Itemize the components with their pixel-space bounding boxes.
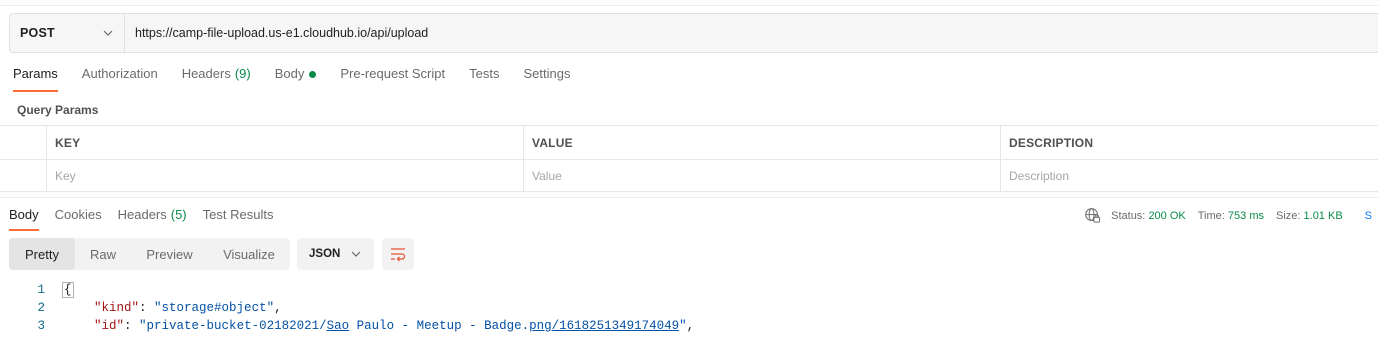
key-column-header: KEY bbox=[46, 126, 523, 159]
value-input[interactable]: Value bbox=[523, 160, 1000, 192]
code-line: 2 "kind": "storage#object", bbox=[0, 299, 1378, 317]
tab-tests-label: Tests bbox=[469, 66, 500, 81]
tab-tests[interactable]: Tests bbox=[469, 66, 499, 92]
method-select[interactable]: POST bbox=[10, 14, 125, 52]
body-indicator-dot bbox=[309, 71, 317, 78]
description-column-header: DESCRIPTION bbox=[1000, 126, 1378, 159]
format-label: JSON bbox=[309, 248, 341, 260]
code-text: { bbox=[62, 281, 74, 299]
response-tab-headers[interactable]: Headers (5) bbox=[118, 207, 187, 231]
line-number: 3 bbox=[37, 319, 45, 333]
status-label: Status: bbox=[1111, 209, 1146, 222]
chevron-down-icon bbox=[351, 251, 361, 257]
code-line: 1 { bbox=[0, 281, 1378, 299]
key-input[interactable]: Key bbox=[46, 160, 523, 192]
tab-authorization[interactable]: Authorization bbox=[82, 66, 158, 92]
chevron-down-icon bbox=[103, 30, 113, 36]
response-tab-body-label: Body bbox=[9, 207, 39, 222]
line-number: 1 bbox=[37, 283, 45, 297]
top-divider bbox=[0, 5, 1378, 6]
size-label: Size: bbox=[1275, 209, 1301, 222]
save-response-link[interactable]: S bbox=[1365, 210, 1372, 222]
tab-body[interactable]: Body bbox=[275, 66, 317, 92]
json-string-middle: Paulo - Meetup - Badge. bbox=[349, 319, 530, 333]
response-tab-cookies[interactable]: Cookies bbox=[55, 207, 102, 231]
description-input[interactable]: Description bbox=[1000, 160, 1378, 192]
response-tab-test-results[interactable]: Test Results bbox=[203, 207, 274, 231]
json-key: "kind" bbox=[94, 301, 140, 315]
response-tab-cookies-label: Cookies bbox=[54, 207, 102, 222]
response-tab-headers-label: Headers bbox=[117, 207, 167, 222]
globe-lock-icon[interactable] bbox=[1084, 207, 1101, 224]
tab-body-label: Body bbox=[274, 66, 305, 81]
tab-params[interactable]: Params bbox=[13, 66, 58, 92]
json-string-prefix: "private-bucket-02182021/ bbox=[139, 319, 327, 333]
json-key: "id" bbox=[94, 319, 125, 333]
tab-settings[interactable]: Settings bbox=[523, 66, 570, 92]
view-preview-button[interactable]: Preview bbox=[131, 238, 208, 270]
tab-pre-request-script[interactable]: Pre-request Script bbox=[340, 66, 445, 92]
wrap-lines-icon bbox=[391, 248, 406, 262]
status-info[interactable]: Status: 200 OK bbox=[1111, 210, 1186, 222]
json-link-png[interactable]: png/1618251349174049 bbox=[529, 319, 679, 333]
view-mode-segmented: Pretty Raw Preview Visualize bbox=[9, 238, 290, 270]
view-pretty-button[interactable]: Pretty bbox=[9, 238, 75, 270]
response-code-view[interactable]: 1 { 2 "kind": "storage#object", 3 "id": … bbox=[0, 281, 1378, 335]
code-text: "id": "private-bucket-02182021/Sao Paulo… bbox=[64, 317, 694, 335]
method-label: POST bbox=[20, 26, 55, 40]
checkbox-column-header bbox=[0, 126, 46, 159]
response-tab-test-results-label: Test Results bbox=[202, 207, 274, 222]
request-url-bar: POST bbox=[9, 13, 1378, 53]
time-label: Time: bbox=[1197, 209, 1225, 222]
response-divider bbox=[0, 197, 1378, 198]
params-header-row: KEY VALUE DESCRIPTION bbox=[0, 126, 1378, 159]
json-colon: : bbox=[124, 319, 140, 333]
response-status-bar: Status: 200 OK Time: 753 ms Size: 1.01 K… bbox=[1084, 207, 1372, 224]
wrap-lines-button[interactable] bbox=[382, 238, 414, 270]
response-tabs: Body Cookies Headers (5) Test Results bbox=[9, 207, 289, 231]
json-comma: , bbox=[274, 301, 282, 315]
view-raw-button[interactable]: Raw bbox=[75, 238, 131, 270]
json-string-suffix: " bbox=[679, 319, 687, 333]
view-visualize-button[interactable]: Visualize bbox=[208, 238, 290, 270]
size-info[interactable]: Size: 1.01 KB bbox=[1276, 210, 1343, 222]
code-text: "kind": "storage#object", bbox=[64, 299, 282, 317]
tab-headers-label: Headers bbox=[181, 66, 231, 81]
params-empty-row: Key Value Description bbox=[0, 159, 1378, 192]
tab-headers[interactable]: Headers (9) bbox=[182, 66, 251, 92]
headers-count: (9) bbox=[234, 66, 251, 81]
response-headers-count: (5) bbox=[170, 207, 187, 222]
query-params-heading: Query Params bbox=[17, 103, 99, 117]
response-tab-body[interactable]: Body bbox=[9, 207, 39, 231]
line-number: 2 bbox=[37, 301, 45, 315]
size-value: 1.01 KB bbox=[1303, 209, 1343, 222]
tab-pre-request-label: Pre-request Script bbox=[340, 66, 446, 81]
tab-authorization-label: Authorization bbox=[81, 66, 158, 81]
time-value: 753 ms bbox=[1227, 209, 1264, 222]
json-comma: , bbox=[686, 319, 695, 333]
url-input[interactable] bbox=[125, 14, 1378, 52]
code-line: 3 "id": "private-bucket-02182021/Sao Pau… bbox=[0, 317, 1378, 335]
status-value: 200 OK bbox=[1148, 209, 1186, 222]
format-select[interactable]: JSON bbox=[297, 238, 374, 270]
query-params-table: KEY VALUE DESCRIPTION Key Value Descript… bbox=[0, 125, 1378, 192]
row-checkbox-cell bbox=[0, 160, 46, 192]
tab-settings-label: Settings bbox=[523, 66, 571, 81]
request-tabs: Params Authorization Headers (9) Body Pre… bbox=[13, 66, 594, 94]
tab-params-label: Params bbox=[13, 66, 58, 81]
json-colon: : bbox=[139, 301, 155, 315]
time-info[interactable]: Time: 753 ms bbox=[1198, 210, 1264, 222]
json-link-sao[interactable]: Sao bbox=[327, 319, 350, 333]
open-brace: { bbox=[62, 282, 74, 298]
value-column-header: VALUE bbox=[523, 126, 1000, 159]
json-string: "storage#object" bbox=[154, 301, 275, 315]
